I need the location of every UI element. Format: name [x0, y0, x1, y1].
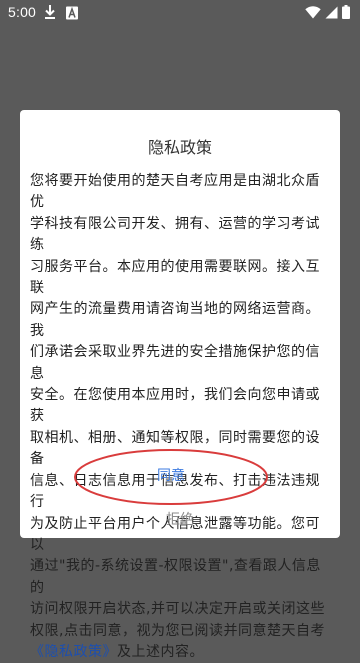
- refuse-button[interactable]: 拒绝: [130, 504, 230, 534]
- download-icon: [45, 5, 55, 19]
- status-bar: 5:00: [0, 0, 360, 24]
- privacy-policy-dialog: 隐私政策 您将要开始使用的楚天自考应用是由湖北众盾优 学科技有限公司开发、拥有、…: [20, 110, 340, 660]
- status-right-group: [305, 5, 350, 19]
- cell-signal-icon: [325, 6, 338, 18]
- body-last-line: 《隐私政策》及上述内容。: [30, 642, 329, 663]
- body-line: 安全。在您使用本应用时，我们会向您申请或获: [30, 387, 320, 425]
- body-line: 通过"我的-系统设置-权限设置",查看跟人信息的: [30, 558, 321, 596]
- dialog-title: 隐私政策: [147, 138, 212, 157]
- wifi-icon: [305, 5, 321, 18]
- body-line: 您将要开始使用的楚天自考应用是由湖北众盾优: [30, 173, 320, 211]
- body-line: 们承诺会采取业界先进的安全措施保护您的信息: [30, 344, 320, 382]
- body-line: 习服务平台。本应用的使用需要联网。接入互联: [30, 258, 320, 297]
- body-line: 权限,点击同意，视为您已阅读并同意楚天自考: [30, 622, 325, 639]
- body-line: 网产生的流量费用请咨询当地的网络运营商。我: [30, 301, 320, 339]
- body-line: 访问权限开启状态,并可以决定开启或关闭这些: [30, 601, 325, 618]
- body-tail: 及上述内容。: [117, 643, 204, 660]
- battery-icon: [342, 5, 350, 19]
- privacy-policy-link[interactable]: 《隐私政策》: [30, 644, 117, 660]
- status-time: 5:00: [8, 4, 37, 20]
- dialog-body: 您将要开始使用的楚天自考应用是由湖北众盾优 学科技有限公司开发、拥有、运营的学习…: [30, 171, 329, 663]
- body-line: 学科技有限公司开发、拥有、运营的学习考试练: [30, 215, 320, 254]
- notification-a-icon: [66, 6, 78, 20]
- agree-button[interactable]: 同意: [96, 455, 246, 495]
- agree-area: 同意: [72, 447, 270, 509]
